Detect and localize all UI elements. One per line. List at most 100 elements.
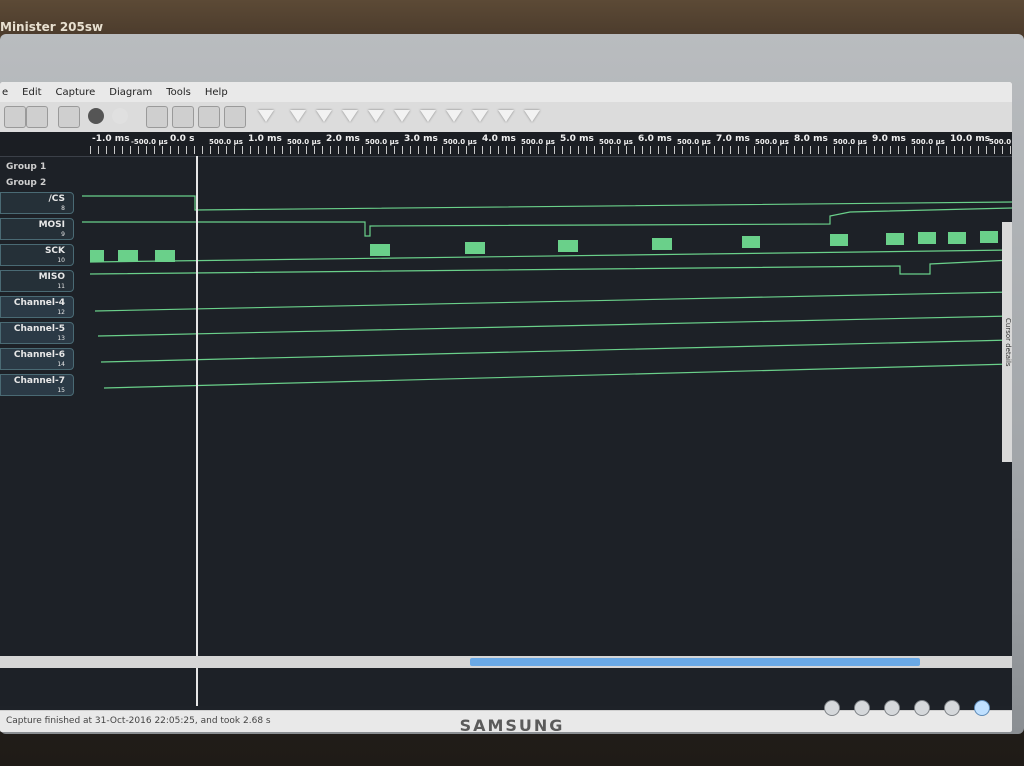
ruler-tick xyxy=(826,146,827,154)
ruler-label: 3.0 ms xyxy=(404,134,438,144)
ruler-tick xyxy=(258,146,259,154)
ruler-tick xyxy=(594,146,595,154)
sck-bursts xyxy=(90,231,998,262)
refresh-icon[interactable] xyxy=(112,108,128,124)
save-icon[interactable] xyxy=(58,106,80,128)
marker-6-icon[interactable] xyxy=(420,110,436,122)
ruler-label: 5.0 ms xyxy=(560,134,594,144)
ruler-tick xyxy=(730,146,731,154)
ruler-tick xyxy=(242,146,243,154)
ruler-tick xyxy=(522,146,523,154)
ruler-tick xyxy=(1002,146,1003,154)
waveform-canvas[interactable]: -1.0 ms -500.0 µs 0.0 s 500.0 µs 1.0 ms 500.0… xyxy=(0,132,1012,706)
marker-3-icon[interactable] xyxy=(342,110,358,122)
zoom-fit-icon[interactable] xyxy=(198,106,220,128)
ruler-tick xyxy=(810,146,811,154)
ruler-label: 500.0 µs xyxy=(209,138,243,146)
menu-item-file[interactable]: e xyxy=(2,87,8,98)
ruler-tick xyxy=(762,146,763,154)
ruler-label: 500.0 µs xyxy=(833,138,867,146)
monitor-button-2[interactable] xyxy=(854,700,870,716)
monitor-button-5[interactable] xyxy=(944,700,960,716)
signal-traces xyxy=(82,195,1012,389)
ruler-label: 500.0 µs xyxy=(911,138,945,146)
ruler-tick xyxy=(890,146,891,154)
monitor-button-4[interactable] xyxy=(914,700,930,716)
ruler-tick xyxy=(162,146,163,154)
ruler-tick xyxy=(634,146,635,154)
menu-item-tools[interactable]: Tools xyxy=(166,87,191,98)
ruler-tick xyxy=(346,146,347,154)
monitor-button-1[interactable] xyxy=(824,700,840,716)
cursor-details-tab[interactable]: Cursor details xyxy=(1002,222,1012,462)
trace-ch5 xyxy=(97,315,1012,337)
ruler-label: 2.0 ms xyxy=(326,134,360,144)
marker-7-icon[interactable] xyxy=(446,110,462,122)
power-button[interactable] xyxy=(974,700,990,716)
ruler-tick xyxy=(914,146,915,154)
ruler-tick xyxy=(874,146,875,154)
ruler-tick xyxy=(282,146,283,154)
ruler-tick xyxy=(530,146,531,154)
ruler-tick xyxy=(682,146,683,154)
marker-9-icon[interactable] xyxy=(498,110,514,122)
ruler-tick xyxy=(290,146,291,154)
ruler-tick xyxy=(754,146,755,154)
marker-8-icon[interactable] xyxy=(472,110,488,122)
ruler-tick xyxy=(106,146,107,154)
menu-item-edit[interactable]: Edit xyxy=(22,87,41,98)
ruler-tick xyxy=(466,146,467,154)
sck-burst xyxy=(90,250,104,262)
marker-5-icon[interactable] xyxy=(394,110,410,122)
trace-ch6 xyxy=(100,339,1012,363)
ruler-tick xyxy=(738,146,739,154)
ruler-tick xyxy=(570,146,571,154)
ruler-tick xyxy=(218,146,219,154)
ruler-label: 7.0 ms xyxy=(716,134,750,144)
monitor-button-3[interactable] xyxy=(884,700,900,716)
ruler-label: 500.0 µs xyxy=(521,138,555,146)
ruler-tick xyxy=(138,146,139,154)
ruler-tick xyxy=(330,146,331,154)
home-icon[interactable] xyxy=(258,110,274,122)
ruler-label: 500.0 µs xyxy=(677,138,711,146)
ruler-tick xyxy=(90,146,91,154)
zoom-reset-icon[interactable] xyxy=(224,106,246,128)
ruler-label: -500.0 µs xyxy=(131,138,168,146)
marker-2-icon[interactable] xyxy=(316,110,332,122)
marker-1-icon[interactable] xyxy=(290,110,306,122)
menu-item-diagram[interactable]: Diagram xyxy=(109,87,152,98)
time-cursor[interactable] xyxy=(196,156,198,706)
ruler-tick xyxy=(498,146,499,154)
marker-4-icon[interactable] xyxy=(368,110,384,122)
ruler-tick xyxy=(850,146,851,154)
trace-mosi xyxy=(82,207,1012,237)
zoom-in-icon[interactable] xyxy=(146,106,168,128)
ruler-tick xyxy=(442,146,443,154)
ruler-tick xyxy=(194,146,195,154)
ruler-tick xyxy=(882,146,883,154)
time-ruler[interactable]: -1.0 ms -500.0 µs 0.0 s 500.0 µs 1.0 ms 500.0… xyxy=(0,132,1012,157)
ruler-tick xyxy=(706,146,707,154)
zoom-out-icon[interactable] xyxy=(172,106,194,128)
ruler-tick xyxy=(202,146,203,154)
menu-item-help[interactable]: Help xyxy=(205,87,228,98)
ruler-tick xyxy=(562,146,563,154)
ruler-tick xyxy=(554,146,555,154)
ruler-tick xyxy=(898,146,899,154)
ruler-tick xyxy=(650,146,651,154)
scrollbar-thumb[interactable] xyxy=(470,658,920,666)
horizontal-scrollbar[interactable] xyxy=(0,656,1012,668)
monitor-icon[interactable] xyxy=(4,106,26,128)
ruler-tick xyxy=(234,146,235,154)
ruler-tick xyxy=(954,146,955,154)
trace-sck xyxy=(89,249,1012,263)
ruler-tick xyxy=(386,146,387,154)
marker-10-icon[interactable] xyxy=(524,110,540,122)
download-icon[interactable] xyxy=(26,106,48,128)
ruler-tick xyxy=(642,146,643,154)
menu-item-capture[interactable]: Capture xyxy=(56,87,96,98)
ruler-label: 500.0 µs xyxy=(599,138,633,146)
ruler-tick xyxy=(986,146,987,154)
record-icon[interactable] xyxy=(88,108,104,124)
